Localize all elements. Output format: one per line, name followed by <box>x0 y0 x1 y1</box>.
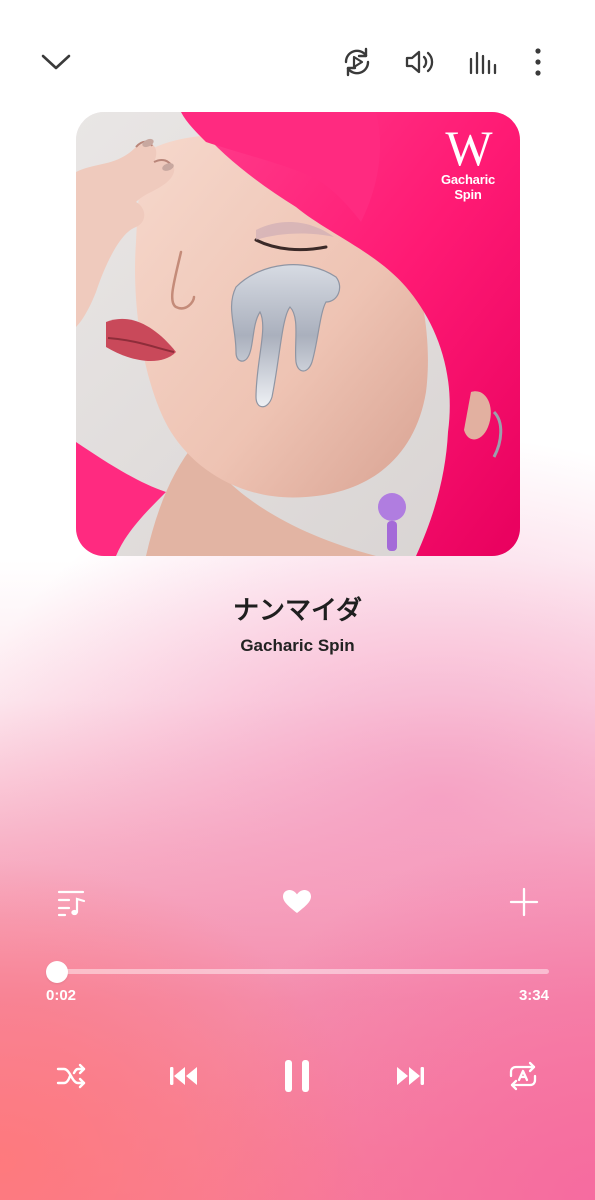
elapsed-time: 0:02 <box>46 987 77 1004</box>
total-duration: 3:34 <box>518 987 549 1004</box>
equalizer-button[interactable] <box>460 40 504 84</box>
queue-button[interactable] <box>50 880 94 924</box>
song-title: ナンマイダ <box>233 596 362 626</box>
smart-view-button[interactable] <box>335 40 379 84</box>
brand-name: Gacharic Spin <box>440 172 496 202</box>
heart-icon <box>282 889 312 915</box>
shuffle-icon <box>56 1063 88 1089</box>
previous-icon <box>168 1064 200 1088</box>
pause-icon <box>282 1058 312 1094</box>
volume-icon <box>403 47 437 77</box>
album-brand-logo: W Gacharic Spin <box>430 120 506 202</box>
pause-button[interactable] <box>273 1052 321 1100</box>
more-options-button[interactable] <box>516 40 560 84</box>
equalizer-icon <box>467 47 497 77</box>
artist-name[interactable]: Gacharic Spin <box>0 636 595 656</box>
add-to-playlist-button[interactable] <box>502 880 546 924</box>
next-button[interactable] <box>386 1052 434 1100</box>
more-options-icon <box>533 47 543 77</box>
previous-button[interactable] <box>160 1052 208 1100</box>
progress-thumb[interactable] <box>45 961 68 983</box>
favorite-button[interactable] <box>275 880 319 924</box>
progress-track[interactable] <box>52 969 549 974</box>
shuffle-button[interactable] <box>48 1052 96 1100</box>
repeat-button[interactable] <box>499 1052 547 1100</box>
add-icon <box>509 887 539 917</box>
queue-icon <box>55 887 89 917</box>
volume-button[interactable] <box>398 40 442 84</box>
collapse-button[interactable] <box>34 40 78 84</box>
brand-mark: W <box>445 120 492 176</box>
album-art: W Gacharic Spin <box>76 112 520 556</box>
next-icon <box>394 1064 426 1088</box>
smart-view-icon <box>340 45 374 79</box>
chevron-down-icon <box>40 52 72 72</box>
repeat-icon <box>507 1061 539 1091</box>
